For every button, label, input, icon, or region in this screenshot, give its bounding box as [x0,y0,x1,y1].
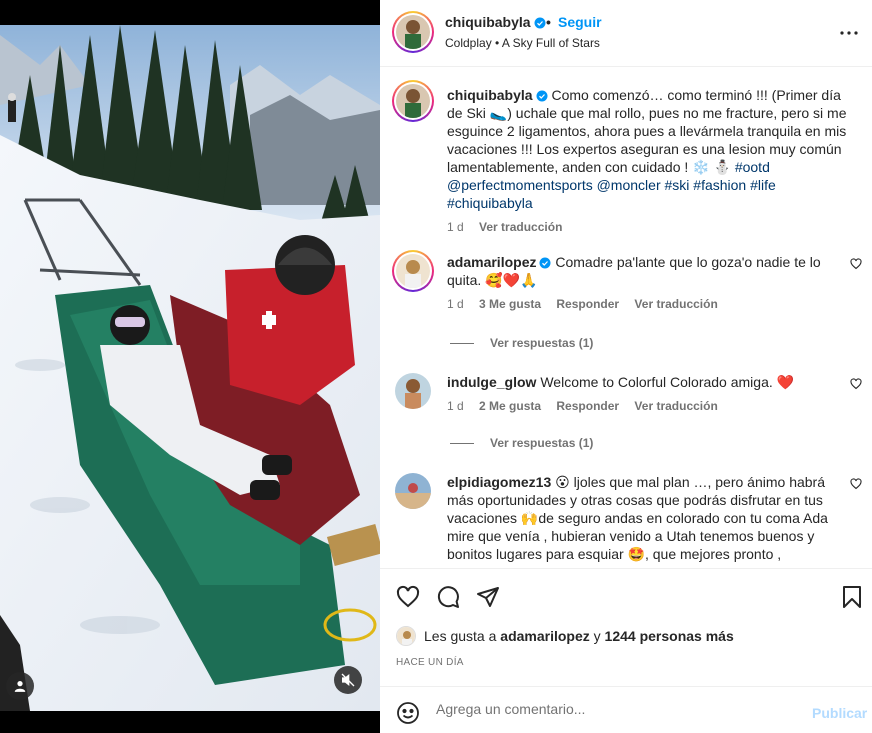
comments-list: chiquibabyla Como comenzó… como terminó … [380,68,872,568]
instagram-post-modal: chiquibabyla • Seguir Coldplay • A Sky F… [0,0,872,733]
like-button[interactable] [394,583,422,611]
bookmark-icon [843,586,861,608]
liker-avatar[interactable] [396,626,416,646]
share-button[interactable] [474,583,502,611]
comment-username[interactable]: adamarilopez [447,254,536,270]
replies-divider [450,343,474,345]
comment-time: 1 d [447,399,464,413]
author-username[interactable]: chiquibabyla [445,14,546,30]
verified-badge-icon [534,17,546,29]
comment-like-button[interactable] [850,257,862,273]
speaker-muted-icon [341,673,355,687]
comment-likes-count[interactable]: 3 Me gusta [479,297,541,311]
caption-author-avatar[interactable] [392,80,434,122]
likes-prefix: Les gusta a [424,628,497,644]
view-replies-button[interactable]: Ver respuestas (1) [450,436,593,450]
comment-avatar[interactable] [395,373,431,409]
comment-text: adamarilopez Comadre pa'lante que lo goz… [447,253,847,313]
smiley-icon [397,702,419,724]
comment-username[interactable]: indulge_glow [447,374,536,390]
post-comment-button[interactable]: Publicar [812,705,867,721]
post-actions: Les gusta a adamarilopez y 1244 personas… [380,568,872,686]
header-separator: • [546,14,551,30]
likes-connector: y [593,628,601,644]
comment-text: elpidiagomez13 😮 ljoles que mal plan …, … [447,473,847,563]
post-photo[interactable] [0,25,380,711]
replies-divider [450,443,474,445]
comment-username[interactable]: elpidiagomez13 [447,474,551,490]
more-options-button[interactable] [838,22,860,44]
likes-count-link[interactable]: 1244 personas más [605,628,734,644]
post-details-panel: chiquibabyla • Seguir Coldplay • A Sky F… [380,0,872,733]
reply-button[interactable]: Responder [556,399,619,413]
tagged-users-button[interactable] [6,672,34,700]
add-comment-bar: Publicar [380,686,872,733]
caption-translate-link[interactable]: Ver traducción [479,220,562,234]
post-header: chiquibabyla • Seguir Coldplay • A Sky F… [380,0,872,67]
post-timestamp: HACE UN DÍA [396,657,464,668]
hashtag-ootd-link[interactable]: #ootd [735,159,770,175]
verified-badge-icon [539,257,551,269]
user-icon [14,681,26,692]
view-replies-button[interactable]: Ver respuestas (1) [450,336,593,350]
comment-body: Welcome to Colorful Colorado amiga. ❤️ [540,374,795,390]
translate-link[interactable]: Ver traducción [634,399,717,413]
heart-icon [850,378,862,390]
more-horizontal-icon [840,31,858,35]
save-button[interactable] [838,583,866,611]
heart-icon [850,478,862,490]
heart-icon [396,585,420,608]
comment-avatar[interactable] [392,250,434,292]
comment-like-button[interactable] [850,477,862,493]
likes-user-link[interactable]: adamarilopez [500,628,589,644]
emoji-picker-button[interactable] [396,701,420,728]
likes-summary: Les gusta a adamarilopez y 1244 personas… [396,626,734,646]
heart-icon [850,258,862,270]
comment-time: 1 d [447,297,464,311]
paper-plane-icon [477,587,499,607]
comment-input[interactable] [436,701,796,717]
comment-meta: 1 d 3 Me gusta Responder Ver traducción [447,295,847,313]
reply-button[interactable]: Responder [556,297,619,311]
caption-tags-links[interactable]: @perfectmomentsports @moncler #ski #fash… [447,177,776,193]
caption-time: 1 d [447,220,464,234]
follow-button[interactable]: Seguir [558,14,602,30]
caption-meta: 1 d Ver traducción [447,218,857,236]
comment-avatar[interactable] [395,473,431,509]
audio-track-link[interactable]: Coldplay • A Sky Full of Stars [445,36,600,50]
comment-button[interactable] [434,583,462,611]
post-media [0,0,380,733]
comment-meta: 1 d 2 Me gusta Responder Ver traducción [447,397,847,415]
comment-bubble-icon [437,586,459,608]
caption-text: chiquibabyla Como comenzó… como terminó … [447,86,857,236]
audio-muted-button[interactable] [334,666,362,694]
comment-text: indulge_glow Welcome to Colorful Colorad… [447,373,847,415]
translate-link[interactable]: Ver traducción [634,297,717,311]
caption-username[interactable]: chiquibabyla [447,87,533,103]
author-avatar[interactable] [392,11,434,53]
hashtag-chiquibabyla-link[interactable]: #chiquibabyla [447,195,533,211]
comment-likes-count[interactable]: 2 Me gusta [479,399,541,413]
comment-like-button[interactable] [850,377,862,393]
verified-badge-icon [536,90,548,102]
